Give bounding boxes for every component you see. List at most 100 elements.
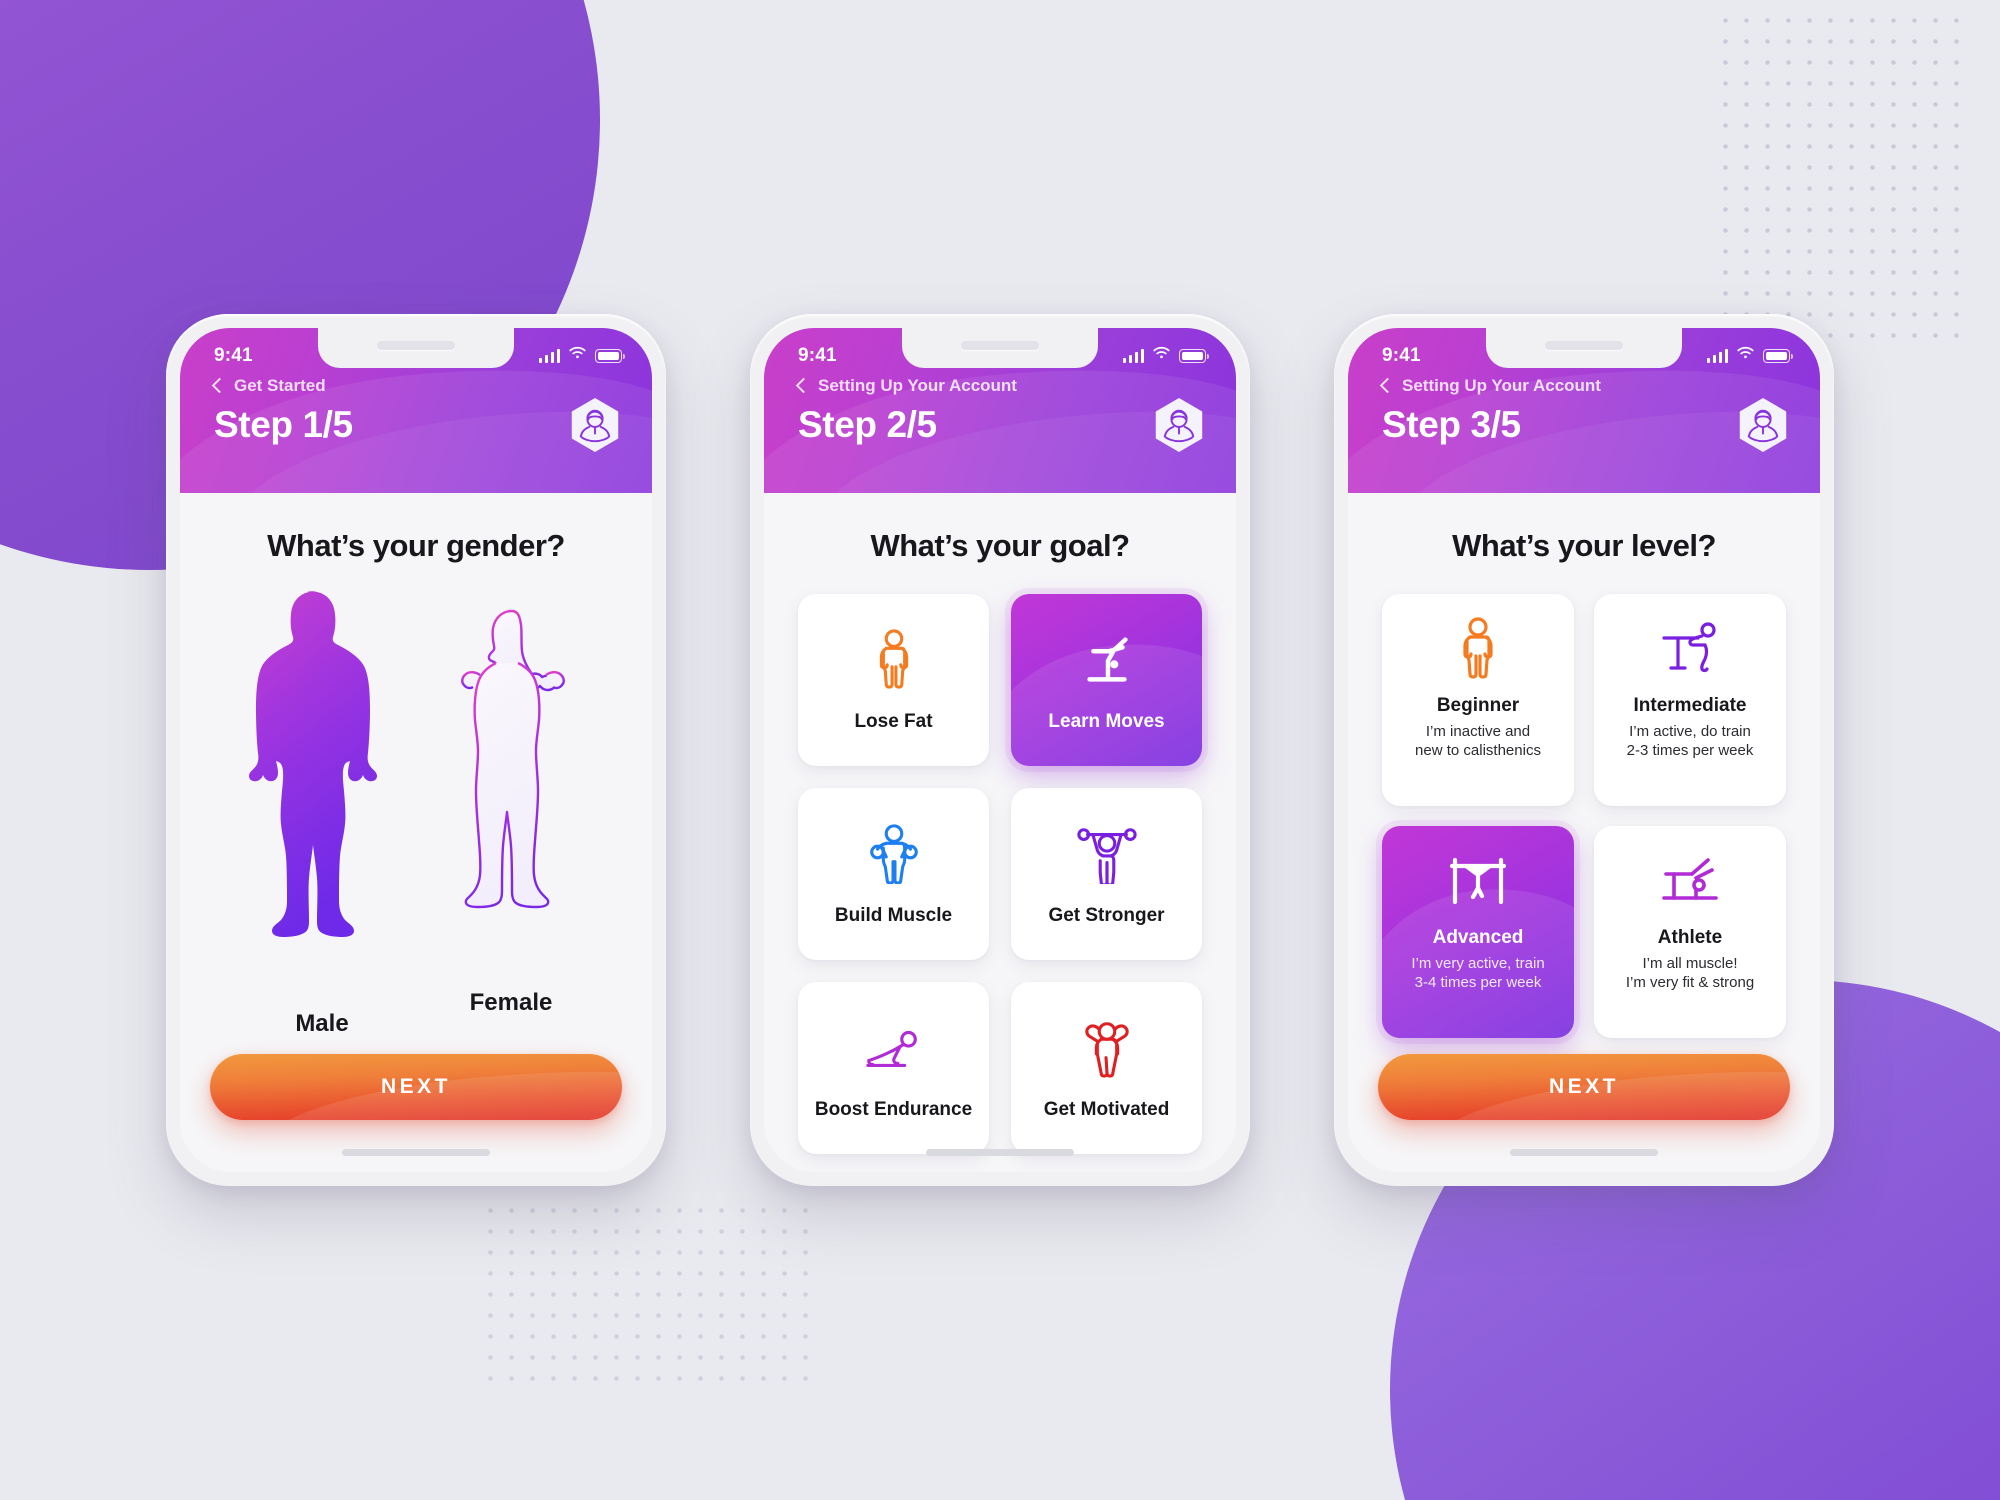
planche-figure-icon — [1658, 848, 1722, 917]
female-silhouette-icon — [436, 607, 586, 975]
status-bar-icons — [538, 346, 625, 365]
pullup-bar-figure-icon — [1446, 848, 1510, 917]
level-card-label: Beginner — [1436, 695, 1520, 716]
level-card-beginner[interactable]: Beginner I’m inactive and new to calisthen… — [1382, 594, 1574, 806]
step-row: Step 3/5 — [1382, 398, 1790, 452]
next-button-label: NEXT — [1548, 1075, 1619, 1098]
home-indicator[interactable] — [342, 1149, 490, 1156]
phone-mockup-row: 9:41 Get Started Step 1/5 What’s your gend… — [0, 0, 2000, 1500]
goal-card-label: Learn Moves — [1048, 710, 1165, 732]
breadcrumb[interactable]: Get Started — [211, 376, 622, 396]
chevron-left-icon[interactable] — [1379, 377, 1396, 394]
next-button[interactable]: NEXT — [210, 1054, 622, 1120]
wifi-icon — [1737, 346, 1754, 365]
barbell-lift-icon — [1076, 822, 1138, 889]
goal-card-label: Get Stronger — [1048, 904, 1165, 926]
level-card-description: I’m active, do train 2-3 times per week — [1626, 723, 1754, 760]
status-bar-time: 9:41 — [214, 344, 253, 366]
gender-option-male[interactable]: Male — [246, 586, 398, 1038]
screen-body-level: What’s your level? Beginner I’m inactive a… — [1348, 493, 1820, 1172]
battery-icon — [1763, 348, 1793, 363]
phone-goal: 9:41 Setting Up Your Account Step 2/5 What… — [750, 314, 1250, 1186]
home-indicator[interactable] — [926, 1149, 1074, 1156]
level-card-advanced[interactable]: Advanced I’m very active, train 3-4 times … — [1382, 826, 1574, 1038]
phone-speaker — [961, 341, 1039, 350]
pushup-figure-icon — [863, 1016, 925, 1083]
level-card-label: Athlete — [1657, 927, 1723, 948]
goal-card-get-stronger[interactable]: Get Stronger — [1011, 788, 1202, 960]
avatar[interactable] — [1152, 398, 1206, 452]
level-card-athlete[interactable]: Athlete I’m all muscle! I’m very fit & str… — [1594, 826, 1786, 1038]
phone-level: 9:41 Setting Up Your Account Step 3/5 What… — [1334, 314, 1834, 1186]
standing-figure-icon — [1446, 616, 1510, 685]
chevron-left-icon[interactable] — [795, 377, 812, 394]
header-body: Setting Up Your Account Step 3/5 — [1348, 370, 1820, 452]
standing-figure-icon — [863, 628, 925, 695]
gender-options: Male Female — [210, 564, 622, 1054]
breadcrumb-label: Setting Up Your Account — [818, 376, 1017, 395]
next-button[interactable]: NEXT — [1378, 1054, 1790, 1120]
phone-notch — [902, 328, 1098, 368]
gender-option-label: Female — [469, 989, 553, 1016]
breadcrumb[interactable]: Setting Up Your Account — [1379, 376, 1790, 396]
goal-card-boost-endurance[interactable]: Boost Endurance — [798, 982, 989, 1154]
status-bar-time: 9:41 — [798, 344, 837, 366]
question-title: What’s your level? — [1452, 528, 1716, 563]
level-card-description: I’m very active, train 3-4 times per week — [1411, 955, 1545, 992]
level-card-description: I’m all muscle! I’m very fit & strong — [1625, 955, 1755, 992]
screen-body-gender: What’s your gender? Male Female NEXT — [180, 493, 652, 1172]
level-card-intermediate[interactable]: Intermediate I’m active, do train 2-3 time… — [1594, 594, 1786, 806]
signal-bars-icon — [1122, 348, 1144, 363]
handstand-figure-icon — [1076, 628, 1138, 695]
question-title: What’s your gender? — [267, 528, 565, 563]
screen-body-goal: What’s your goal? Lose Fat Learn Moves Buil… — [764, 493, 1236, 1172]
wifi-icon — [1153, 346, 1170, 365]
breadcrumb-label: Setting Up Your Account — [1402, 376, 1601, 395]
goal-options-grid: Lose Fat Learn Moves Build Muscle Get Stron… — [794, 564, 1206, 1154]
battery-icon — [595, 348, 625, 363]
breadcrumb[interactable]: Setting Up Your Account — [795, 376, 1206, 396]
header-body: Setting Up Your Account Step 2/5 — [764, 370, 1236, 452]
status-bar-icons — [1706, 346, 1793, 365]
question-title: What’s your goal? — [870, 528, 1130, 563]
goal-card-label: Boost Endurance — [814, 1098, 973, 1120]
gender-option-female[interactable]: Female — [436, 607, 586, 1017]
goal-card-build-muscle[interactable]: Build Muscle — [798, 788, 989, 960]
level-options-grid: Beginner I’m inactive and new to calisthen… — [1378, 564, 1790, 1054]
phone-notch — [318, 328, 514, 368]
phone-notch — [1486, 328, 1682, 368]
phone-screen-goal: 9:41 Setting Up Your Account Step 2/5 What… — [764, 328, 1236, 1172]
phone-speaker — [1545, 341, 1623, 350]
phone-gender: 9:41 Get Started Step 1/5 What’s your gend… — [166, 314, 666, 1186]
goal-card-lose-fat[interactable]: Lose Fat — [798, 594, 989, 766]
level-card-label: Advanced — [1432, 927, 1524, 948]
status-bar-time: 9:41 — [1382, 344, 1421, 366]
dip-bar-figure-icon — [1658, 616, 1722, 685]
header-body: Get Started Step 1/5 — [180, 370, 652, 452]
status-bar-icons — [1122, 346, 1209, 365]
phone-screen-gender: 9:41 Get Started Step 1/5 What’s your gend… — [180, 328, 652, 1172]
phone-screen-level: 9:41 Setting Up Your Account Step 3/5 What… — [1348, 328, 1820, 1172]
battery-icon — [1179, 348, 1209, 363]
avatar[interactable] — [568, 398, 622, 452]
gender-option-label: Male — [295, 1010, 349, 1037]
breadcrumb-label: Get Started — [234, 376, 326, 395]
male-silhouette-icon — [246, 586, 398, 996]
signal-bars-icon — [538, 348, 560, 363]
cheering-figure-icon — [1076, 1016, 1138, 1083]
goal-card-label: Build Muscle — [834, 904, 953, 926]
avatar[interactable] — [1736, 398, 1790, 452]
page-title: Step 3/5 — [1382, 404, 1521, 445]
page-title: Step 1/5 — [214, 404, 353, 445]
signal-bars-icon — [1706, 348, 1728, 363]
chevron-left-icon[interactable] — [211, 377, 228, 394]
goal-card-get-motivated[interactable]: Get Motivated — [1011, 982, 1202, 1154]
level-card-description: I’m inactive and new to calisthenics — [1415, 723, 1541, 760]
wifi-icon — [569, 346, 586, 365]
step-row: Step 1/5 — [214, 398, 622, 452]
step-row: Step 2/5 — [798, 398, 1206, 452]
level-card-label: Intermediate — [1633, 695, 1747, 716]
goal-card-learn-moves[interactable]: Learn Moves — [1011, 594, 1202, 766]
home-indicator[interactable] — [1510, 1149, 1658, 1156]
goal-card-label: Get Motivated — [1043, 1098, 1170, 1120]
